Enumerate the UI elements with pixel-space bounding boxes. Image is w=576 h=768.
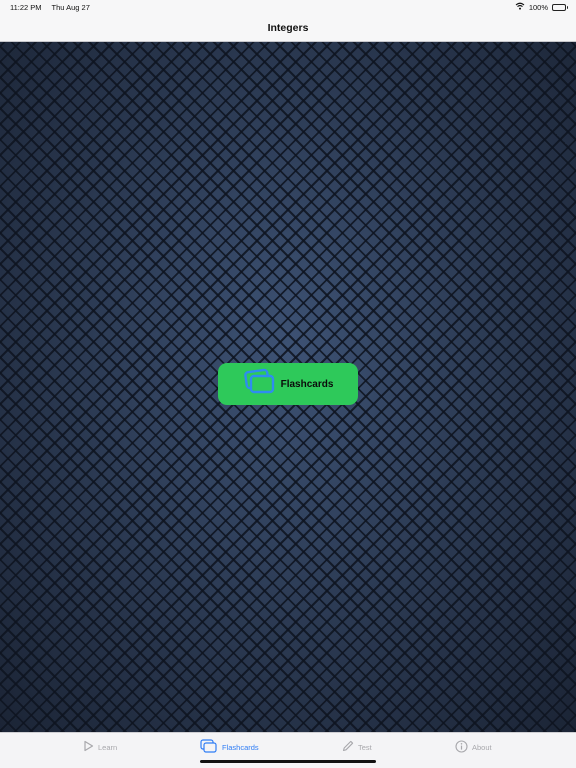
battery-icon bbox=[552, 3, 568, 11]
main-content: Flashcards bbox=[0, 42, 576, 732]
status-time: 11:22 PM bbox=[10, 2, 42, 12]
flashcards-button-label: Flashcards bbox=[280, 378, 334, 390]
page-title: Integers bbox=[267, 21, 309, 34]
pencil-icon bbox=[342, 740, 354, 754]
tab-flashcards[interactable]: Flashcards bbox=[200, 738, 259, 756]
tab-learn-label: Learn bbox=[98, 742, 118, 752]
info-icon bbox=[455, 739, 468, 755]
home-indicator bbox=[200, 760, 376, 763]
tab-test[interactable]: Test bbox=[342, 739, 372, 755]
tab-about-label: About bbox=[472, 742, 492, 752]
tab-flashcards-label: Flashcards bbox=[222, 742, 259, 752]
flashcards-icon bbox=[200, 738, 218, 756]
flashcards-icon bbox=[243, 368, 277, 401]
flashcards-button[interactable]: Flashcards bbox=[218, 363, 358, 405]
status-date: Thu Aug 27 bbox=[51, 2, 90, 12]
status-bar: 11:22 PM Thu Aug 27 100% bbox=[0, 0, 576, 14]
status-left: 11:22 PM Thu Aug 27 bbox=[10, 3, 98, 12]
wifi-icon bbox=[515, 2, 525, 12]
navigation-bar: Integers bbox=[0, 14, 576, 42]
status-right: 100% bbox=[515, 2, 568, 12]
battery-percent: 100% bbox=[528, 2, 548, 12]
play-icon bbox=[83, 740, 94, 754]
tab-learn[interactable]: Learn bbox=[83, 739, 117, 755]
tab-test-label: Test bbox=[358, 742, 372, 752]
tab-about[interactable]: About bbox=[455, 739, 492, 755]
